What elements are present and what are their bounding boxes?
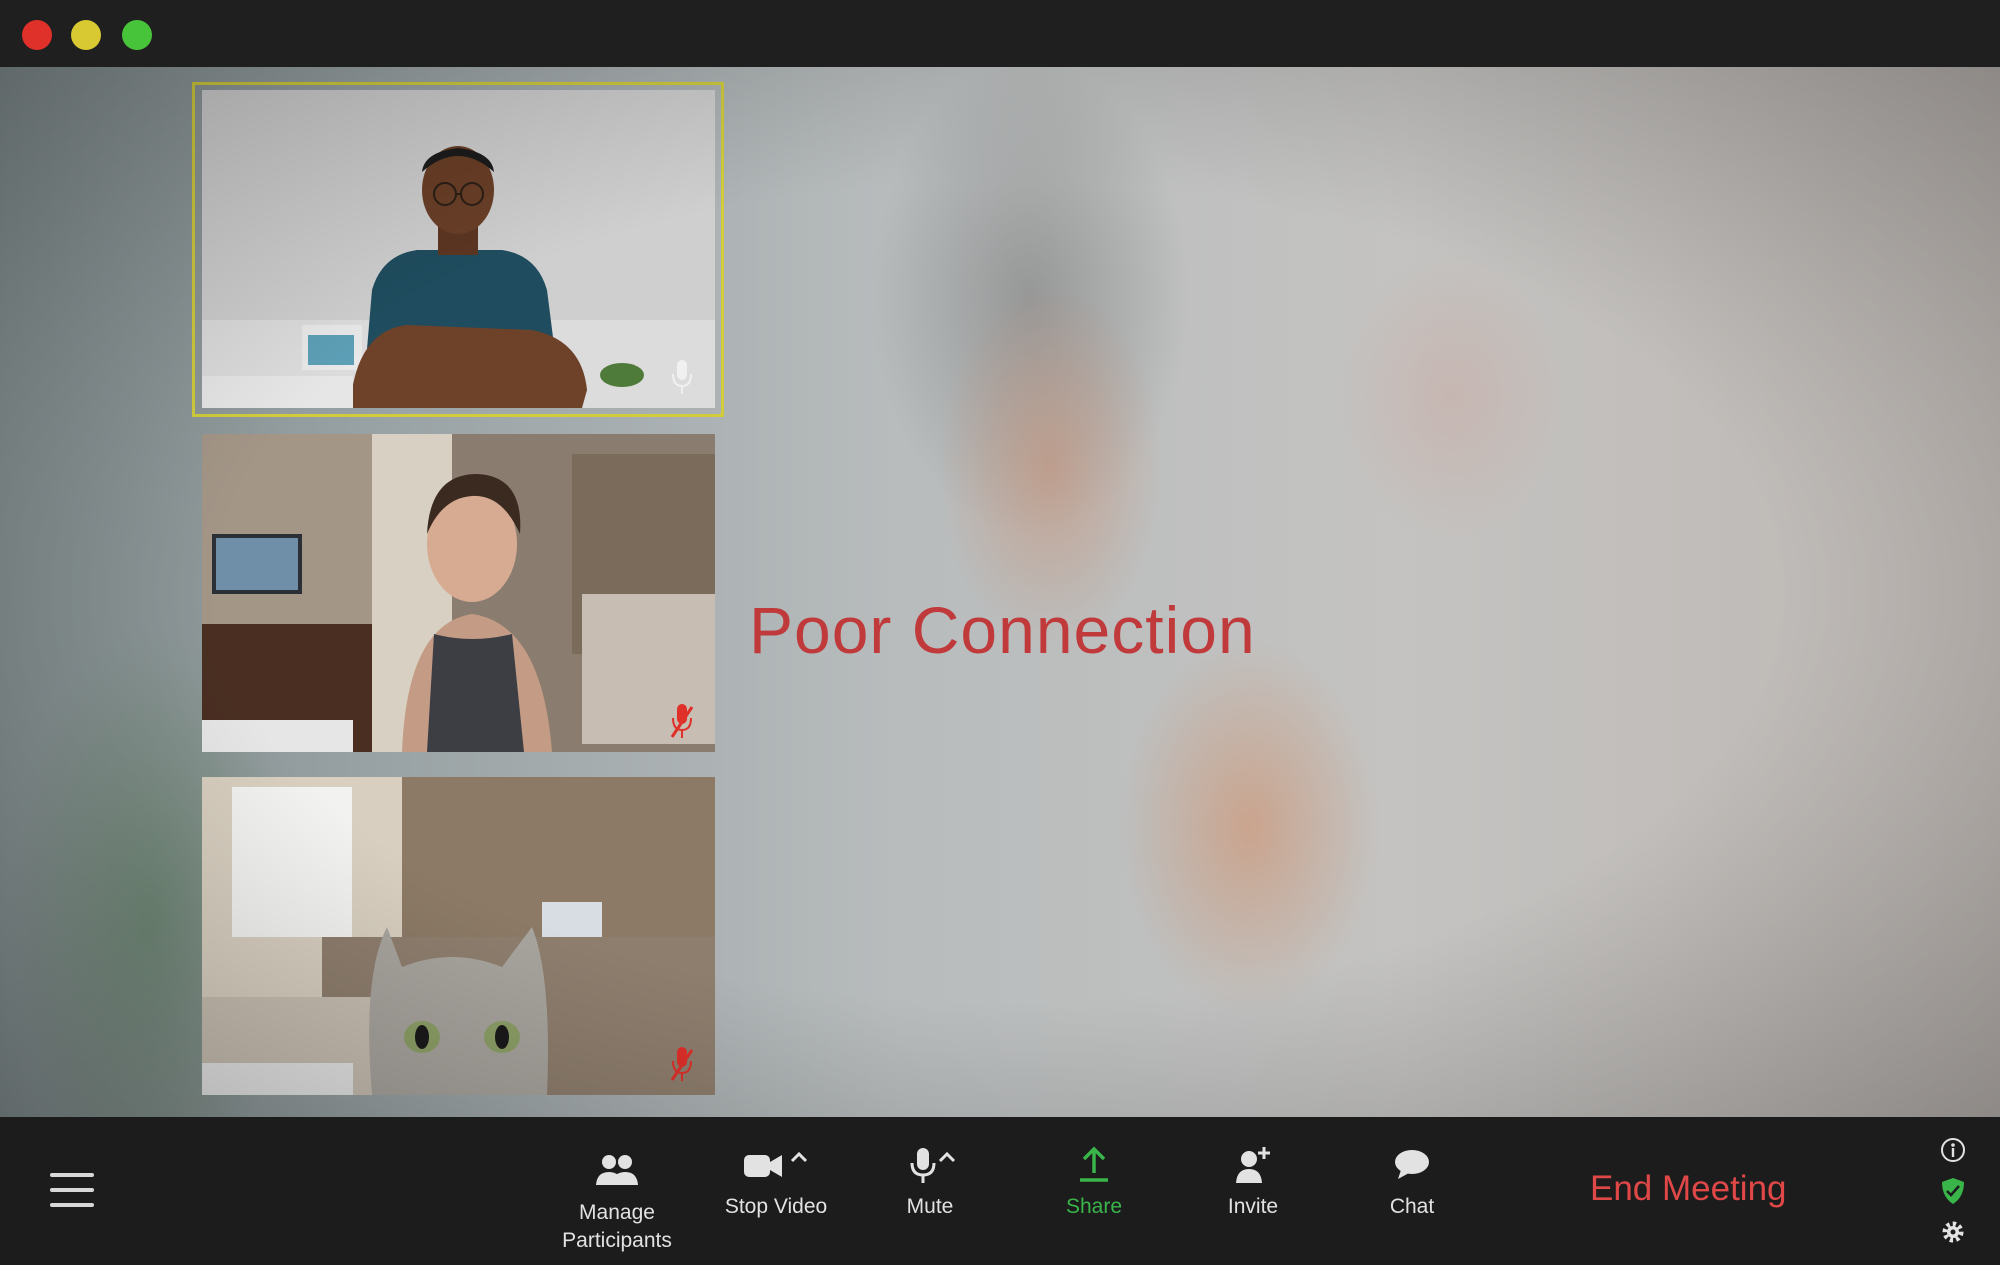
invite-button[interactable]: Invite — [1203, 1145, 1303, 1221]
stop-video-label: Stop Video — [724, 1195, 828, 1218]
invite-label: Invite — [1227, 1195, 1279, 1218]
minimize-window-button[interactable] — [71, 20, 101, 50]
mute-button[interactable]: Mute — [880, 1145, 980, 1221]
share-upload-icon — [1080, 1146, 1108, 1182]
microphone-icon — [672, 360, 692, 394]
participant-name-plate — [202, 720, 353, 752]
participant-video-tile-2[interactable] — [202, 434, 715, 752]
participant-video-tile-1[interactable] — [202, 90, 715, 408]
participant-name-plate — [202, 1063, 353, 1095]
chat-label: Chat — [1389, 1195, 1435, 1218]
muted-microphone-icon — [671, 1047, 693, 1081]
participant-name-plate — [202, 376, 353, 408]
chat-button[interactable]: Chat — [1362, 1145, 1462, 1221]
manage-participants-label: Manage Participants — [562, 1201, 672, 1252]
poor-connection-status: Poor Connection — [749, 593, 1256, 667]
participants-icon — [596, 1155, 638, 1185]
microphone-icon — [910, 1148, 956, 1183]
stop-video-button[interactable]: Stop Video — [716, 1145, 836, 1221]
muted-microphone-icon — [671, 704, 693, 738]
side-icon-column — [1940, 1137, 1966, 1259]
participant-3-video — [202, 777, 715, 1095]
info-icon[interactable] — [1940, 1137, 1966, 1163]
close-window-button[interactable] — [22, 20, 52, 50]
video-camera-icon — [744, 1151, 808, 1177]
meeting-toolbar: Manage Participants Stop Video Mute Shar… — [0, 1117, 2000, 1265]
settings-gear-icon[interactable] — [1940, 1219, 1966, 1245]
manage-participants-button[interactable]: Manage Participants — [547, 1151, 687, 1255]
window-titlebar — [0, 0, 2000, 67]
participant-1-video — [202, 90, 715, 408]
chat-bubble-icon — [1395, 1150, 1429, 1179]
mute-label: Mute — [906, 1195, 954, 1218]
maximize-window-button[interactable] — [122, 20, 152, 50]
main-video-stage: Poor Connection — [0, 67, 2000, 1117]
share-screen-button[interactable]: Share — [1044, 1145, 1144, 1221]
participant-2-video — [202, 434, 715, 752]
participant-video-tile-3[interactable] — [202, 777, 715, 1095]
share-label: Share — [1065, 1195, 1123, 1218]
hamburger-menu-icon[interactable] — [50, 1173, 94, 1209]
add-person-icon — [1236, 1147, 1270, 1183]
end-meeting-button[interactable]: End Meeting — [1590, 1169, 1787, 1209]
security-shield-icon[interactable] — [1940, 1177, 1966, 1205]
